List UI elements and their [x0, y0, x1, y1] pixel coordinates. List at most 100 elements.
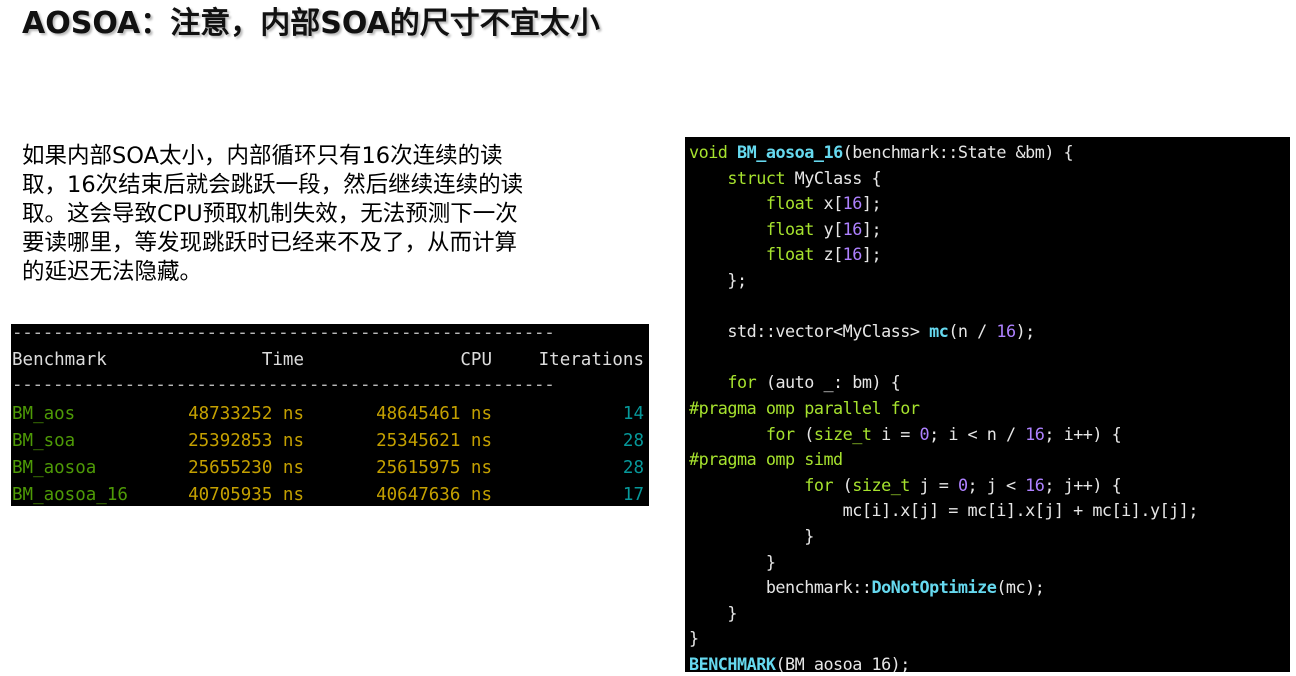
- code-token: float: [765, 193, 815, 214]
- code-token: y[: [813, 218, 843, 239]
- code-token: }: [689, 628, 699, 649]
- code-listing: void BM_aosoa_16(benchmark::State &bm) {…: [689, 140, 1198, 672]
- code-token: (: [794, 423, 814, 444]
- code-token: mc[i].x[j] = mc[i].x[j] + mc[i].y[j];: [689, 500, 1199, 521]
- code-token: (mc);: [996, 577, 1045, 598]
- code-token: 16: [842, 244, 863, 265]
- code-token: z[: [813, 244, 843, 265]
- code-token: for: [765, 423, 795, 444]
- code-token: i =: [871, 423, 920, 444]
- code-line: float x[16];: [689, 191, 1198, 217]
- row-name: BM_aosoa: [12, 458, 97, 478]
- code-token: 16: [1025, 474, 1045, 495]
- code-line: BENCHMARK(BM_aosoa_16);: [689, 652, 1198, 672]
- row-name: BM_soa: [12, 431, 76, 451]
- code-token: #pragma omp simd: [689, 449, 843, 470]
- code-token: x[: [813, 193, 843, 214]
- code-line: }: [689, 524, 1198, 550]
- header-iterations: Iterations: [538, 350, 644, 370]
- paragraph-line: 要读哪里，等发现跳跃时已经来不及了，从而计算: [22, 230, 518, 256]
- code-token: );: [1015, 321, 1036, 342]
- table-rule-mid: ----------------------------------------…: [12, 375, 555, 395]
- body-paragraph: 如果内部SOA太小，内部循环只有16次连续的读 取，16次结束后就会跳跃一段，然…: [22, 142, 662, 287]
- code-token: (BM_aosoa_16);: [775, 653, 910, 672]
- code-line: #pragma omp parallel for: [689, 396, 1198, 422]
- code-token: void: [689, 142, 738, 162]
- row-name: BM_aos: [12, 404, 76, 424]
- row-name: BM_aosoa_16: [12, 485, 128, 505]
- code-line: }: [689, 626, 1198, 652]
- code-token: }: [689, 602, 738, 623]
- code-line: };: [689, 268, 1198, 294]
- code-token: ; i < n /: [929, 423, 1026, 444]
- code-token: 0: [957, 474, 968, 495]
- code-line: float z[16];: [689, 242, 1198, 268]
- paragraph-line: 的延迟无法隐藏。: [22, 259, 203, 285]
- code-token: (n /: [948, 321, 997, 342]
- benchmark-output: ----------------------------------------…: [11, 324, 649, 506]
- code-line: }: [689, 601, 1198, 627]
- code-line: #pragma omp simd: [689, 447, 1198, 473]
- code-token: size_t: [813, 423, 872, 444]
- code-token: 16: [842, 218, 863, 239]
- code-token: ; j++) {: [1044, 474, 1122, 495]
- row-time: 25392853 ns: [188, 431, 304, 451]
- code-token: }: [689, 551, 776, 572]
- code-token: float: [765, 244, 815, 265]
- row-time: 25655230 ns: [188, 458, 304, 478]
- code-token: };: [689, 269, 747, 290]
- header-time: Time: [261, 350, 304, 370]
- code-line: void BM_aosoa_16(benchmark::State &bm) {: [689, 140, 1198, 166]
- code-line: for (size_t i = 0; i < n / 16; i++) {: [689, 422, 1198, 448]
- header-benchmark: Benchmark: [12, 350, 107, 370]
- code-line: mc[i].x[j] = mc[i].x[j] + mc[i].y[j];: [689, 498, 1199, 524]
- code-line: struct MyClass {: [689, 166, 1198, 192]
- header-cpu: CPU: [460, 350, 492, 370]
- row-iterations: 28: [622, 431, 644, 451]
- row-cpu: 48645461 ns: [376, 404, 492, 424]
- paragraph-line: 取。这会导致CPU预取机制失效，无法预测下一次: [22, 201, 518, 227]
- paragraph-line: 取，16次结束后就会跳跃一段，然后继续连续的读: [22, 172, 524, 198]
- code-token: 16: [1025, 423, 1045, 444]
- code-token: ; i++) {: [1044, 423, 1122, 444]
- code-token: (benchmark::State &bm) {: [842, 142, 1074, 162]
- code-token: }: [689, 525, 814, 546]
- slide-title: AOSOA：注意，内部SOA的尺寸不宜太小: [22, 6, 600, 41]
- code-token: 16: [842, 193, 863, 214]
- code-token: float: [765, 218, 815, 239]
- code-line: }: [689, 550, 1198, 576]
- code-line: for (size_t j = 0; j < 16; j++) {: [689, 473, 1198, 499]
- code-line: std::vector<MyClass> mc(n / 16);: [689, 319, 1198, 345]
- code-token: DoNotOptimize: [871, 577, 997, 598]
- code-line: float y[16];: [689, 217, 1198, 243]
- code-block: void BM_aosoa_16(benchmark::State &bm) {…: [685, 137, 1290, 672]
- code-line: for (auto _: bm) {: [689, 370, 1198, 396]
- row-cpu: 40647636 ns: [376, 485, 492, 505]
- code-token: ];: [861, 218, 882, 239]
- row-cpu: 25345621 ns: [376, 431, 492, 451]
- code-token: (: [833, 474, 853, 495]
- code-token: ];: [861, 193, 882, 214]
- code-token: (auto _: bm) {: [756, 372, 901, 393]
- row-time: 48733252 ns: [188, 404, 304, 424]
- row-iterations: 14: [622, 404, 644, 424]
- row-iterations: 28: [622, 458, 644, 478]
- table-rule-top: ----------------------------------------…: [12, 324, 555, 343]
- code-token: ; j <: [967, 474, 1026, 495]
- code-token: BENCHMARK: [689, 653, 776, 672]
- code-token: BM_aosoa_16: [737, 142, 843, 162]
- code-token: benchmark::: [689, 577, 872, 598]
- row-time: 40705935 ns: [188, 485, 304, 505]
- code-token: for: [804, 474, 834, 495]
- code-token: struct: [727, 167, 786, 188]
- code-token: ];: [861, 244, 882, 265]
- code-token: for: [727, 372, 757, 393]
- paragraph-line: 如果内部SOA太小，内部循环只有16次连续的读: [22, 143, 503, 169]
